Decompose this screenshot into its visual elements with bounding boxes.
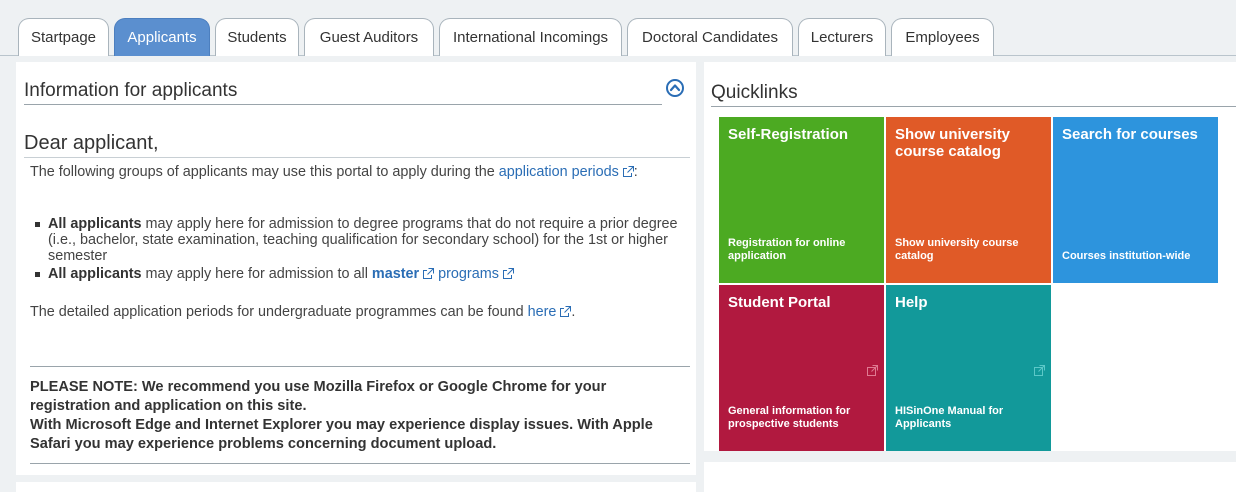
external-link-icon — [622, 166, 634, 177]
tile-title: Self-Registration — [728, 126, 849, 143]
here-link[interactable]: here — [528, 304, 572, 320]
tab-doctoral-candidates[interactable]: Doctoral Candidates — [627, 18, 793, 56]
tile-title: Search for courses — [1062, 126, 1198, 143]
tile-subtitle: Registration for online application — [728, 237, 846, 262]
detail-text: The detailed application periods for und… — [30, 304, 528, 320]
applicant-bullets: All applicants may apply here for admiss… — [34, 216, 684, 284]
tile-course-catalog[interactable]: Show university course catalog Show univ… — [886, 117, 1051, 283]
tab-employees[interactable]: Employees — [891, 18, 994, 56]
tile-self-registration[interactable]: Self-Registration Registration for onlin… — [719, 117, 884, 283]
collapse-icon[interactable] — [665, 78, 685, 98]
tile-subtitle: Courses institution-wide — [1062, 250, 1191, 262]
bullet-bold-text: All applicants — [48, 216, 142, 232]
tile-help[interactable]: Help HISinOne Manual for Applicants — [886, 285, 1051, 451]
bullet-square-icon — [35, 222, 40, 227]
dear-applicant-heading: Dear applicant, — [24, 132, 690, 158]
tile-subtitle: General information for prospective stud… — [728, 405, 851, 430]
external-link-icon — [423, 268, 435, 279]
tile-subtitle: HISinOne Manual for Applicants — [895, 405, 1004, 430]
external-link-icon — [502, 268, 514, 279]
bullet-text: may apply here for admission to all — [141, 266, 372, 282]
browser-note: PLEASE NOTE: We recommend you use Mozill… — [30, 378, 690, 454]
detail-end: . — [571, 304, 576, 320]
programs-link[interactable]: programs — [438, 266, 514, 282]
intro-colon: : — [633, 164, 638, 180]
tab-startpage[interactable]: Startpage — [18, 18, 109, 56]
info-panel-title: Information for applicants — [24, 80, 662, 105]
tile-title: Show university course catalog — [895, 126, 1011, 160]
tile-title: Student Portal — [728, 294, 831, 311]
bullet-bold-text: All applicants — [48, 266, 142, 282]
note-line: With Microsoft Edge and Internet Explore… — [30, 417, 653, 452]
tile-subtitle: Show university course catalog — [895, 237, 1019, 262]
next-panel — [16, 482, 696, 492]
tile-search-courses[interactable]: Search for courses Courses institution-w… — [1053, 117, 1218, 283]
external-link-icon — [1034, 365, 1045, 376]
quicklinks-title: Quicklinks — [711, 82, 1236, 107]
divider — [30, 463, 690, 464]
tab-applicants[interactable]: Applicants — [114, 18, 210, 56]
divider — [30, 366, 690, 367]
intro-paragraph: The following groups of applicants may u… — [30, 164, 650, 181]
tile-title: Help — [895, 294, 928, 311]
tab-bar: Startpage Applicants Students Guest Audi… — [0, 0, 1236, 56]
intro-text: The following groups of applicants may u… — [30, 164, 499, 180]
tab-students[interactable]: Students — [215, 18, 299, 56]
list-item: All applicants may apply here for admiss… — [34, 266, 684, 282]
master-link[interactable]: master — [372, 266, 435, 282]
application-periods-link[interactable]: application periods — [499, 164, 634, 180]
next-panel — [704, 462, 1236, 492]
tab-lecturers[interactable]: Lecturers — [798, 18, 886, 56]
external-link-icon — [867, 365, 878, 376]
note-line: PLEASE NOTE: We recommend you use Mozill… — [30, 379, 607, 414]
tile-student-portal[interactable]: Student Portal General information for p… — [719, 285, 884, 451]
detail-paragraph: The detailed application periods for und… — [30, 304, 680, 321]
tab-guest-auditors[interactable]: Guest Auditors — [304, 18, 434, 56]
bullet-text: may apply here for admission to degree p… — [48, 216, 678, 264]
external-link-icon — [560, 306, 572, 317]
list-item: All applicants may apply here for admiss… — [34, 216, 684, 264]
bullet-square-icon — [35, 272, 40, 277]
tab-international-incomings[interactable]: International Incomings — [439, 18, 622, 56]
